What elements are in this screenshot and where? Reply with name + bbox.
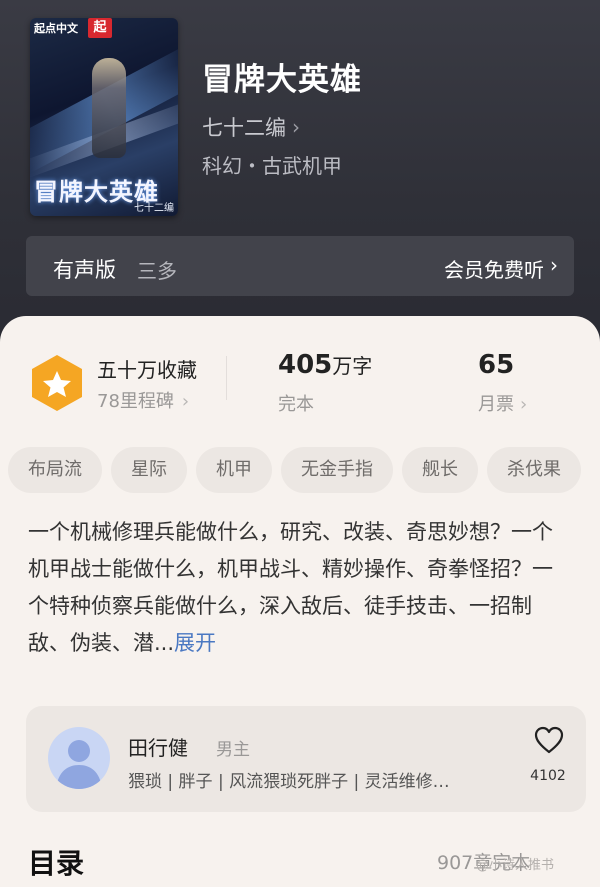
book-description: 一个机械修理兵能做什么，研究、改装、奇思妙想？一个机甲战士能做什么，机甲战斗、精… — [28, 514, 568, 662]
character-role: 男主 — [216, 740, 250, 760]
character-name: 田行健 — [128, 736, 188, 760]
character-card[interactable]: 田行健 男主 猥琐 | 胖子 | 风流猥琐死胖子 | 灵活维修… 4102 — [26, 706, 586, 812]
person-icon — [56, 740, 102, 789]
tag-chip[interactable]: 机甲 — [196, 447, 272, 493]
like-count: 4102 — [530, 768, 566, 784]
monthly-votes-label: 月票 — [478, 394, 514, 415]
chevron-right-icon: › — [181, 391, 190, 412]
book-header: 起点中文 起 冒牌大英雄 七十二编 冒牌大英雄 七十二编 › 科幻・古武机甲 有… — [0, 0, 600, 340]
audio-label: 有声版 — [53, 258, 116, 282]
author-link[interactable]: 七十二编 › — [202, 112, 300, 142]
chevron-right-icon: › — [550, 253, 558, 277]
cover-brand-logo: 起 — [88, 18, 112, 38]
word-count-unit: 万字 — [332, 354, 373, 378]
avatar — [48, 727, 110, 789]
word-count-number: 405 — [278, 350, 333, 380]
character-traits: 猥琐 | 胖子 | 风流猥琐死胖子 | 灵活维修… — [128, 772, 450, 792]
chevron-right-icon: › — [520, 394, 528, 415]
member-free-listen: 会员免费听 — [444, 258, 544, 282]
monthly-votes-link[interactable]: 月票 › — [478, 390, 527, 416]
completion-status: 完本 — [278, 394, 314, 415]
cover-brand: 起点中文 — [34, 22, 78, 35]
heart-icon[interactable] — [534, 726, 564, 754]
description-text: 一个机械修理兵能做什么，研究、改装、奇思妙想？一个机甲战士能做什么，机甲战斗、精… — [28, 520, 553, 655]
collections-count: 五十万收藏 — [97, 358, 197, 382]
expand-link[interactable]: 展开 — [174, 631, 216, 655]
tag-chip[interactable]: 舰长 — [402, 447, 478, 493]
chevron-right-icon: › — [292, 115, 300, 139]
word-count: 405万字 — [278, 350, 372, 380]
milestone-label: 78里程碑 — [97, 391, 174, 412]
watermark: @小诗人推书 — [476, 858, 555, 873]
tag-list: 布局流 星际 机甲 无金手指 舰长 杀伐果 — [8, 447, 600, 493]
book-title: 冒牌大英雄 — [202, 62, 362, 98]
tag-chip[interactable]: 星际 — [111, 447, 187, 493]
audio-version-bar[interactable]: 有声版 三多 会员免费听 › — [26, 236, 574, 296]
divider — [226, 356, 227, 400]
tag-chip[interactable]: 杀伐果 — [487, 447, 581, 493]
book-cover[interactable]: 起点中文 起 冒牌大英雄 七十二编 — [30, 18, 178, 216]
milestone-link[interactable]: 78里程碑 › — [97, 387, 189, 413]
book-genre: 科幻・古武机甲 — [202, 154, 342, 178]
audio-narrator: 三多 — [137, 259, 177, 283]
author-name: 七十二编 — [202, 116, 286, 140]
cover-author: 七十二编 — [134, 203, 174, 214]
toc-title: 目录 — [28, 847, 85, 880]
tag-chip[interactable]: 无金手指 — [281, 447, 393, 493]
tag-chip[interactable]: 布局流 — [8, 447, 102, 493]
monthly-votes-count: 65 — [478, 350, 515, 380]
book-detail-sheet: 五十万收藏 78里程碑 › 405万字 完本 65 月票 › 布局流 星际 机甲 无金手指… — [0, 316, 600, 887]
collection-badge-icon — [32, 355, 82, 411]
cover-art-figure — [92, 58, 126, 158]
